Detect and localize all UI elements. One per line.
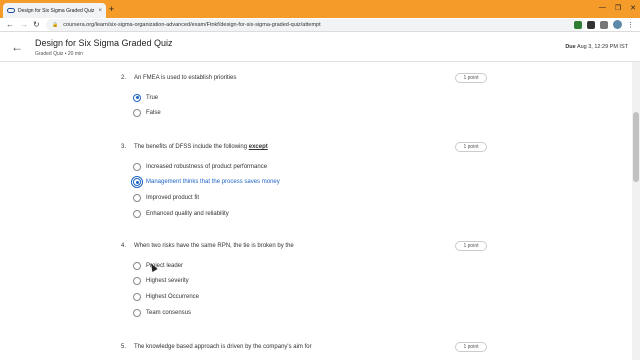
answer-option[interactable]: False [133, 106, 487, 122]
points-badge: 1 point [455, 142, 487, 152]
radio-button[interactable] [133, 292, 141, 301]
minimize-icon[interactable]: — [599, 4, 606, 12]
option-label: Increased robustness of product performa… [146, 163, 268, 170]
question-number: 3. [121, 144, 127, 150]
lock-icon: 🔒 [52, 22, 59, 28]
answer-option[interactable]: Team consensus [133, 305, 487, 321]
question-text-main: The benefits of DFSS include the followi… [134, 144, 249, 150]
due-date: Due Aug 3, 12:29 PM IST [565, 44, 628, 50]
forward-nav-icon[interactable]: → [20, 19, 28, 31]
question-text: An FMEA is used to establish priorities [134, 75, 237, 81]
answer-option[interactable]: Project leader [133, 258, 487, 274]
radio-button[interactable] [133, 277, 141, 286]
radio-button[interactable] [133, 93, 141, 102]
browser-toolbar: ← → ↻ 🔒 coursera.org/learn/six-sigma-org… [0, 18, 640, 32]
coursera-favicon-icon [7, 8, 15, 13]
tab-close-icon[interactable]: × [98, 8, 102, 14]
question-2: 2. An FMEA is used to establish prioriti… [121, 73, 487, 121]
option-label: True [146, 94, 159, 101]
radio-button[interactable] [133, 162, 141, 171]
puzzle-icon[interactable] [600, 20, 608, 29]
answer-options: Project leader Highest severity Highest … [133, 258, 487, 320]
answer-option[interactable]: Highest severity [133, 274, 487, 290]
menu-kebab-icon[interactable]: ⋮ [627, 21, 634, 29]
scrollbar-thumb[interactable] [633, 112, 639, 182]
question-number: 5. [121, 344, 127, 350]
back-nav-icon[interactable]: ← [6, 19, 14, 31]
due-value: Aug 3, 12:29 PM IST [576, 44, 628, 50]
radio-button[interactable] [133, 308, 141, 317]
points-badge: 1 point [455, 342, 487, 352]
question-text: The knowledge based approach is driven b… [134, 344, 312, 350]
question-text: The benefits of DFSS include the followi… [134, 144, 487, 150]
extension-icon[interactable] [574, 20, 582, 29]
answer-option[interactable]: Improved product fit [133, 190, 487, 206]
question-text: When two risks have the same RPN, the ti… [134, 243, 294, 249]
quiz-subtitle: Graded Quiz • 20 min [35, 51, 83, 57]
option-label: Highest severity [146, 278, 189, 285]
answer-options: True False [133, 90, 487, 121]
browser-tab[interactable]: Design for Six Sigma Graded Quiz × [3, 3, 106, 18]
maximize-icon[interactable]: ❐ [615, 4, 621, 12]
question-emphasis: except [248, 144, 268, 150]
due-label: Due [565, 44, 576, 50]
answer-option[interactable]: Enhanced quality and reliability [133, 206, 487, 222]
profile-avatar[interactable] [613, 20, 622, 29]
extension-icon[interactable] [587, 20, 595, 29]
option-label: Enhanced quality and reliability [146, 210, 229, 217]
answer-option[interactable]: Highest Occurrence [133, 289, 487, 305]
quiz-header: ← Design for Six Sigma Graded Quiz Grade… [0, 32, 640, 62]
radio-button[interactable] [133, 109, 141, 118]
answer-option[interactable]: Management thinks that the process saves… [131, 175, 487, 191]
question-5: 5. The knowledge based approach is drive… [121, 342, 487, 352]
address-bar[interactable]: 🔒 coursera.org/learn/six-sigma-organizat… [46, 19, 586, 31]
browser-tab-bar: Design for Six Sigma Graded Quiz × + — ❐… [0, 0, 640, 18]
window-controls: — ❐ ✕ [599, 4, 636, 12]
points-badge: 1 point [455, 241, 487, 251]
page-title: Design for Six Sigma Graded Quiz [35, 38, 173, 48]
answer-options: Increased robustness of product performa… [131, 159, 487, 222]
tab-title: Design for Six Sigma Graded Quiz [18, 7, 95, 14]
question-number: 2. [121, 75, 127, 81]
back-arrow-icon[interactable]: ← [11, 40, 23, 54]
option-label: Management thinks that the process saves… [146, 179, 280, 186]
extensions-area: ⋮ [574, 20, 634, 29]
reload-icon[interactable]: ↻ [33, 19, 40, 31]
radio-button[interactable] [133, 193, 141, 202]
points-badge: 1 point [455, 73, 487, 83]
answer-option[interactable]: True [133, 90, 487, 106]
option-label: Team consensus [146, 309, 192, 316]
question-number: 4. [121, 243, 127, 249]
radio-button[interactable] [133, 261, 141, 270]
option-label: Improved product fit [146, 194, 200, 201]
question-3: 3. The benefits of DFSS include the foll… [121, 142, 487, 222]
option-label: Highest Occurrence [146, 293, 200, 300]
radio-button[interactable] [131, 176, 143, 189]
url-text: coursera.org/learn/six-sigma-organizatio… [63, 22, 321, 28]
option-label: False [146, 110, 161, 117]
radio-button[interactable] [133, 209, 141, 218]
new-tab-button[interactable]: + [109, 4, 114, 14]
page-scrollbar[interactable] [632, 62, 640, 360]
quiz-content: 2. An FMEA is used to establish prioriti… [0, 62, 632, 360]
question-4: 4. When two risks have the same RPN, the… [121, 241, 487, 320]
answer-option[interactable]: Increased robustness of product performa… [133, 159, 487, 175]
close-window-icon[interactable]: ✕ [630, 4, 636, 12]
